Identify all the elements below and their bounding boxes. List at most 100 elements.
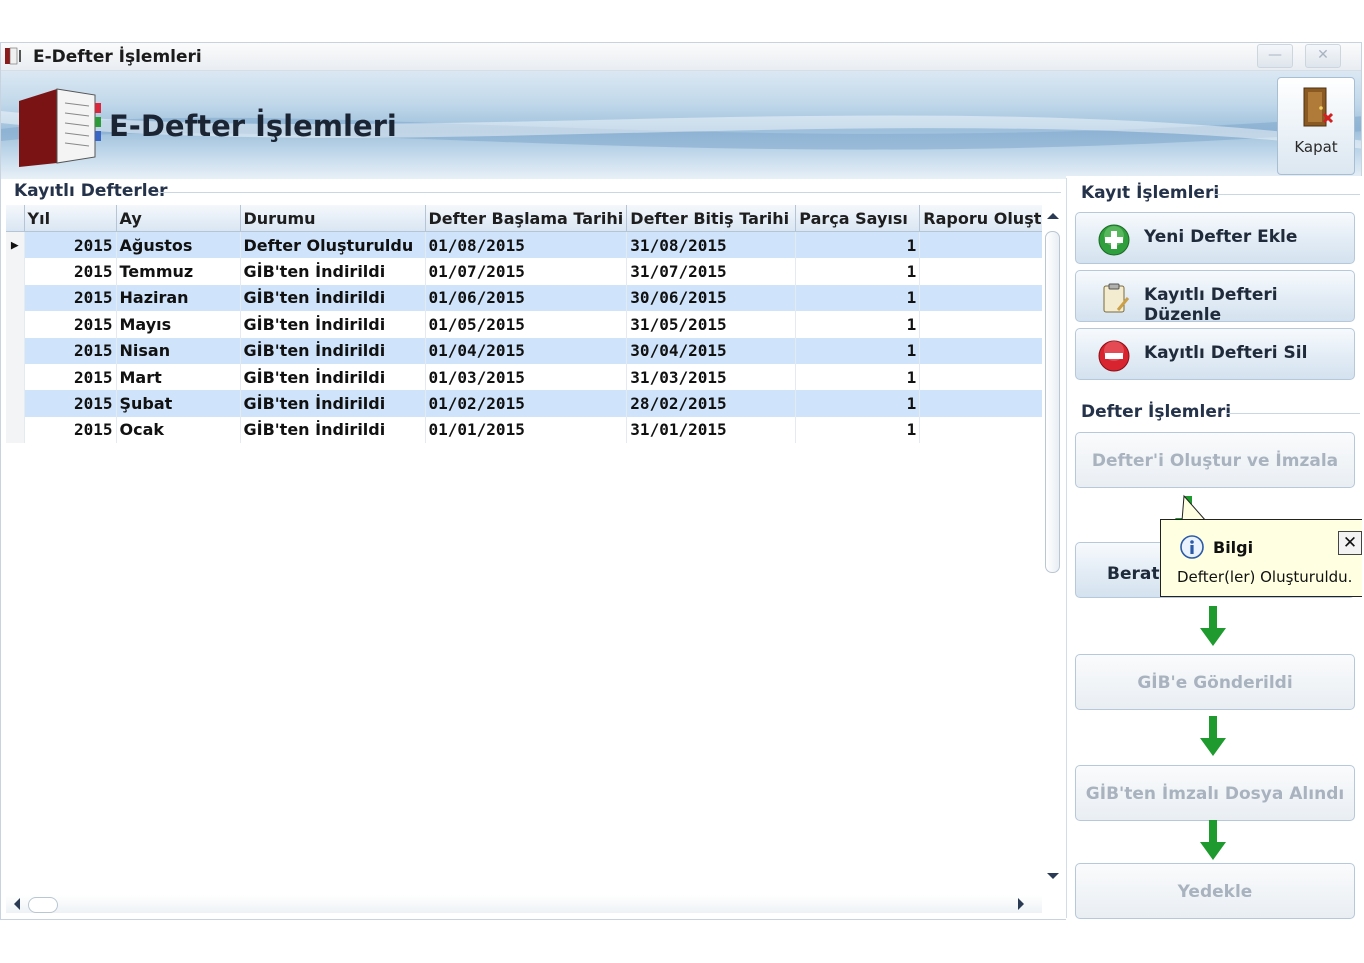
row-indicator[interactable] [6,390,25,417]
tooltip-title: Bilgi [1213,538,1254,557]
cell-durum: Defter Oluşturuldu [240,231,426,259]
door-exit-icon [1303,87,1334,127]
minimize-button[interactable]: — [1257,44,1293,68]
cell-baslama: 01/07/2015 [425,258,628,285]
row-indicator[interactable]: ▶ [6,231,25,259]
cell-bitis: 31/01/2015 [626,416,797,444]
tooltip-message: Defter(ler) Oluşturuldu. [1177,568,1353,586]
kapat-button[interactable]: Kapat [1277,77,1355,175]
table-row[interactable]: 2015 Ocak GİB'ten İndirildi 01/01/2015 31/01… [6,416,1057,444]
new-ledger-label: Yeni Defter Ekle [1144,227,1298,247]
cell-bitis: 30/04/2015 [626,337,797,364]
cell-parca: 1 [795,390,921,417]
panel-divider [1066,178,1067,918]
create-sign-label: Defter'i Oluştur ve İmzala [1091,451,1339,471]
cell-bitis: 31/07/2015 [626,258,797,285]
vertical-scrollbar[interactable] [1042,205,1062,895]
signed-file-received-button[interactable]: GİB'ten İmzalı Dosya Alındı [1075,765,1355,821]
sent-to-gib-button[interactable]: GİB'e Gönderildi [1075,654,1355,710]
table-row[interactable]: 2015 Mart GİB'ten İndirildi 01/03/2015 31/03… [6,363,1057,391]
cell-yil: 2015 [24,363,117,391]
table-row[interactable]: 2015 Mayıs GİB'ten İndirildi 01/05/2015 31/0… [6,311,1057,338]
row-indicator[interactable] [6,311,25,338]
cell-ay: Ocak [116,416,241,444]
cell-rapor [919,284,1051,312]
scroll-right-arrow-icon[interactable] [1016,897,1026,911]
backup-button[interactable]: Yedekle [1075,863,1355,919]
edit-ledger-label: Kayıtlı Defteri Düzenle [1144,285,1278,325]
column-header[interactable]: Defter Başlama Tarihi [425,205,628,232]
table-row[interactable]: 2015 Temmuz GİB'ten İndirildi 01/07/2015 31/… [6,258,1057,285]
horizontal-scrollbar[interactable] [6,895,1042,913]
cell-bitis: 30/06/2015 [626,284,797,312]
edit-ledger-button[interactable]: Kayıtlı Defteri Düzenle [1075,270,1355,325]
tooltip-close-button[interactable]: ✕ [1338,531,1362,555]
cell-parca: 1 [795,363,921,391]
cell-baslama: 01/03/2015 [425,363,628,391]
cell-yil: 2015 [24,231,117,259]
cell-ay: Şubat [116,390,241,417]
cell-parca: 1 [795,337,921,364]
info-tooltip: Bilgi Defter(ler) Oluşturuldu. ✕ [1160,519,1362,597]
cell-parca: 1 [795,284,921,312]
cell-baslama: 01/08/2015 [425,231,628,259]
row-indicator[interactable] [6,284,25,312]
row-indicator[interactable] [6,258,25,285]
cell-rapor [919,231,1051,259]
column-header[interactable]: Yıl [24,205,117,232]
cell-rapor [919,258,1051,285]
cell-baslama: 01/06/2015 [425,284,628,312]
close-window-button[interactable]: ✕ [1305,44,1341,68]
table-row[interactable]: 2015 Haziran GİB'ten İndirildi 01/06/2015 30… [6,284,1057,312]
cell-ay: Mayıs [116,311,241,338]
group-divider [155,192,1061,193]
cell-yil: 2015 [24,311,117,338]
cell-durum: GİB'ten İndirildi [240,284,426,312]
column-header[interactable]: Raporu Oluştı [919,205,1051,232]
record-ops-group-title: Kayıt İşlemleri [1081,183,1220,203]
step-arrow-icon [1200,606,1226,646]
add-plus-icon [1098,224,1130,256]
cell-rapor [919,337,1051,364]
row-indicator[interactable] [6,416,25,444]
horizontal-scroll-thumb[interactable] [28,897,58,913]
column-header[interactable]: Ay [116,205,241,232]
cell-parca: 1 [795,311,921,338]
column-header[interactable]: Parça Sayısı [795,205,921,232]
ledgers-grid[interactable]: Yıl Ay Durumu Defter Başlama Tarihi Defter B… [6,205,1062,913]
ledgers-table: Yıl Ay Durumu Defter Başlama Tarihi Defter B… [6,205,1057,444]
cell-bitis: 31/03/2015 [626,363,797,391]
cell-yil: 2015 [24,416,117,444]
group-divider [1214,194,1360,195]
cell-bitis: 31/05/2015 [626,311,797,338]
info-icon [1180,535,1204,559]
table-row[interactable]: 2015 Nisan GİB'ten İndirildi 01/04/2015 30/0… [6,337,1057,364]
table-row[interactable]: 2015 Şubat GİB'ten İndirildi 01/02/2015 28/0… [6,390,1057,417]
new-ledger-button[interactable]: Yeni Defter Ekle [1075,212,1355,264]
title-bar: E-Defter İşlemleri — ✕ [1,43,1361,71]
cell-durum: GİB'ten İndirildi [240,258,426,285]
cell-rapor [919,311,1051,338]
ledger-ops-group-title: Defter İşlemleri [1081,402,1232,422]
cell-durum: GİB'ten İndirildi [240,416,426,444]
row-indicator[interactable] [6,363,25,391]
banner-title: E-Defter İşlemleri [109,109,397,143]
scroll-up-arrow-icon[interactable] [1046,211,1060,221]
tooltip-pointer [1181,494,1207,522]
delete-ledger-button[interactable]: Kayıtlı Defteri Sil [1075,328,1355,380]
create-sign-ledger-button[interactable]: Defter'i Oluştur ve İmzala [1075,432,1355,488]
header-indicator [6,205,25,232]
cell-baslama: 01/02/2015 [425,390,628,417]
cell-parca: 1 [795,416,921,444]
step-arrow-icon [1200,820,1226,860]
cell-ay: Mart [116,363,241,391]
table-row[interactable]: ▶ 2015 Ağustos Defter Oluşturuldu 01/08/2015… [6,231,1057,259]
column-header[interactable]: Durumu [240,205,426,232]
row-indicator[interactable] [6,337,25,364]
column-header[interactable]: Defter Bitiş Tarihi [626,205,797,232]
scroll-down-arrow-icon[interactable] [1046,871,1060,881]
cell-ay: Haziran [116,284,241,312]
cell-yil: 2015 [24,390,117,417]
vertical-scroll-thumb[interactable] [1045,231,1060,573]
scroll-left-arrow-icon[interactable] [12,897,22,911]
